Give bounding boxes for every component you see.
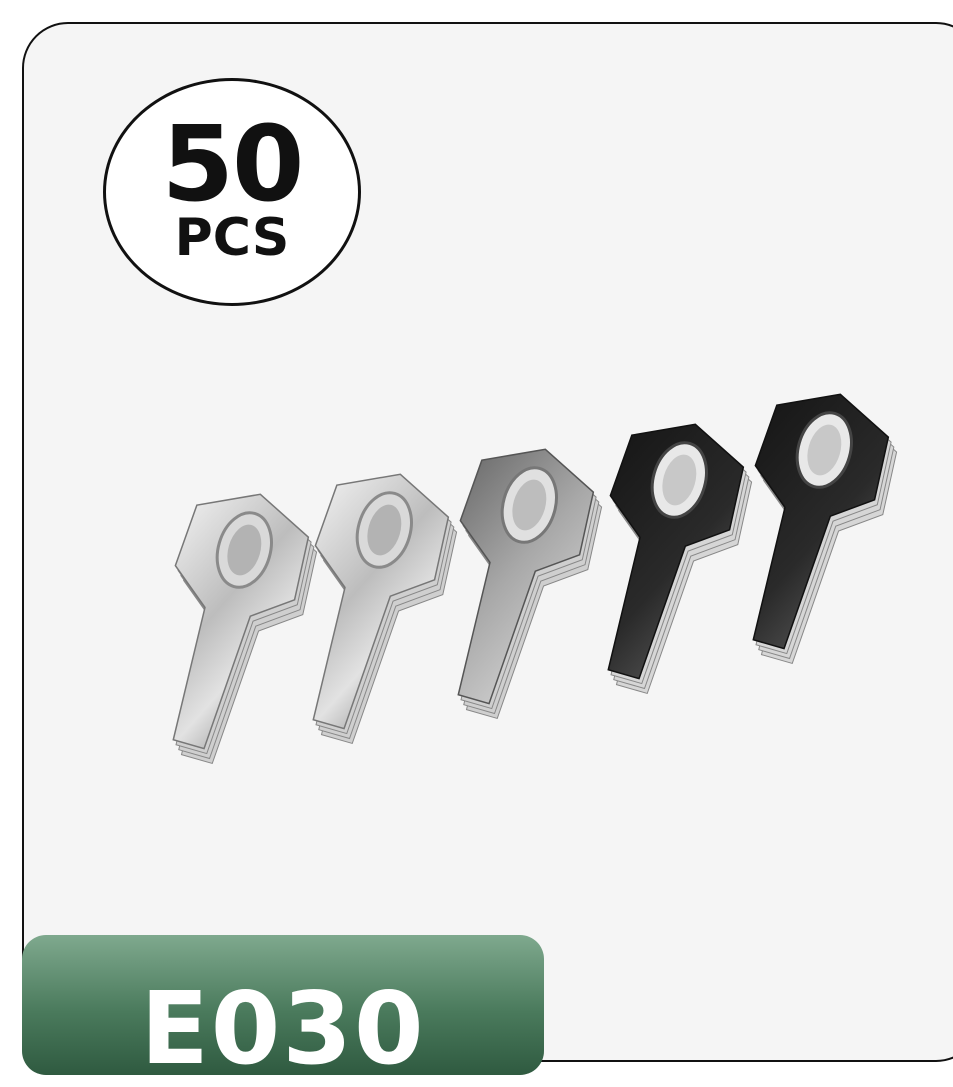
model-tab: E030 [22, 935, 544, 1079]
metal-lug-tabs-image [140, 376, 909, 777]
badge-quantity: 50 [161, 103, 305, 226]
model-label: E030 [140, 970, 426, 1087]
lug-tab-1 [140, 476, 329, 777]
badge-unit: PCS [174, 207, 290, 268]
lug-tab-4 [563, 406, 764, 707]
quantity-badge: 50 PCS [103, 78, 361, 306]
